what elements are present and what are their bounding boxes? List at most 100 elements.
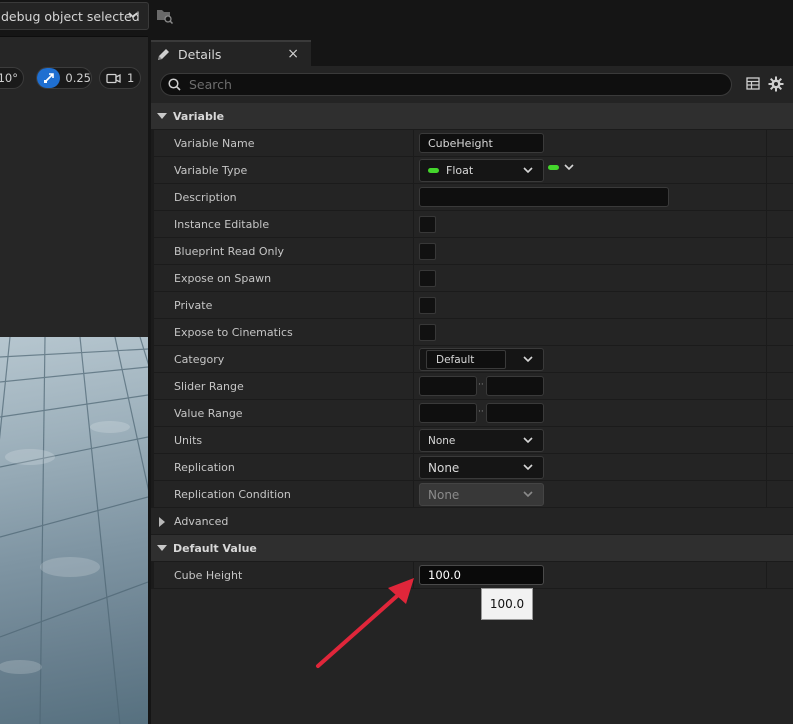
folder-browse-icon[interactable] [156,8,174,24]
expanded-arrow-icon [157,112,167,119]
instance-editable-label: Instance Editable [174,218,270,231]
category-default-value[interactable]: Default Value [151,535,793,562]
chevron-down-icon [564,164,574,171]
row-blueprint-read-only: Blueprint Read Only [151,238,793,265]
variable-name-field[interactable]: CubeHeight [419,133,544,153]
value-tooltip: 100.0 [481,588,533,620]
search-placeholder: Search [189,77,232,92]
floor-plane [0,337,148,724]
slider-range-label: Slider Range [174,380,244,393]
category-text-field[interactable]: Default [426,350,506,369]
value-range-min-field[interactable] [419,403,477,423]
row-category: Category Default [151,346,793,373]
container-type-dropdown[interactable] [548,164,574,171]
cube-height-value: 100.0 [428,568,461,582]
private-label: Private [174,299,213,312]
debug-selector-label: debug object selected [1,8,140,24]
row-description: Description [151,184,793,211]
single-container-icon [548,165,559,170]
slider-range-max-field[interactable] [486,376,544,396]
value-range-label: Value Range [174,407,243,420]
float-pin-icon [428,168,439,173]
chevron-down-icon [523,167,533,174]
slider-range-min-field[interactable] [419,376,477,396]
category-variable-label: Variable [173,109,225,123]
tab-details-label: Details [178,46,222,62]
tab-details[interactable]: Details × [151,40,311,66]
pencil-icon [158,48,169,60]
camera-speed-button[interactable]: 1 [99,67,141,89]
scale-snap-icon [37,68,61,88]
search-icon [168,78,181,91]
units-combo[interactable]: None [419,429,544,452]
scale-snap-value: 0.25 [65,71,91,85]
property-list: Variable Variable Name CubeHeight Variab… [151,103,793,589]
expose-on-spawn-label: Expose on Spawn [174,272,272,285]
scale-snap-button[interactable]: 0.25 [36,67,92,89]
replication-condition-value: None [428,487,460,502]
row-units: Units None [151,427,793,454]
units-label: Units [174,434,203,447]
row-variable-name: Variable Name CubeHeight [151,130,793,157]
row-advanced[interactable]: Advanced [151,508,793,535]
replication-combo[interactable]: None [419,456,544,479]
property-matrix-icon[interactable] [746,77,760,90]
range-separator: ·· [478,380,484,390]
viewport-toolbar: 10° 0.25 1 [0,67,148,93]
chevron-down-icon [523,491,533,498]
cube-height-field[interactable]: 100.0 [419,565,544,585]
variable-name-label: Variable Name [174,137,255,150]
variable-type-combo[interactable]: Float [419,159,544,182]
level-viewport[interactable]: 10° 0.25 1 [0,36,148,724]
camera-icon [106,73,121,83]
category-combo[interactable]: Default [419,348,544,371]
row-cube-height: Cube Height 100.0 [151,562,793,589]
expose-to-cinematics-checkbox[interactable] [419,324,436,341]
search-input[interactable]: Search [160,73,732,96]
debug-object-selector[interactable]: debug object selected [0,2,149,30]
blueprint-read-only-label: Blueprint Read Only [174,245,285,258]
cube-height-label: Cube Height [174,569,243,582]
collapsed-arrow-icon [159,517,165,527]
category-label: Category [174,353,225,366]
row-instance-editable: Instance Editable [151,211,793,238]
description-field[interactable] [419,187,669,207]
replication-condition-combo: None [419,483,544,506]
row-slider-range: Slider Range ·· [151,373,793,400]
rotation-snap-value: 10° [0,71,18,85]
private-checkbox[interactable] [419,297,436,314]
expose-on-spawn-checkbox[interactable] [419,270,436,287]
expose-to-cinematics-label: Expose to Cinematics [174,326,293,339]
variable-name-value: CubeHeight [428,136,493,150]
expanded-arrow-icon [157,544,167,551]
description-label: Description [174,191,237,204]
camera-speed-value: 1 [127,71,135,85]
details-panel: Details × Search Variable Variable Name … [151,36,793,724]
value-range-max-field[interactable] [486,403,544,423]
replication-condition-label: Replication Condition [174,488,291,501]
close-icon[interactable]: × [287,46,299,62]
rotation-snap-button[interactable]: 10° [0,67,24,89]
search-row: Search [151,66,793,102]
variable-type-value: Float [446,164,474,177]
blueprint-read-only-checkbox[interactable] [419,243,436,260]
row-replication: Replication None [151,454,793,481]
category-variable[interactable]: Variable [151,103,793,130]
range-separator: ·· [478,407,484,417]
row-expose-to-cinematics: Expose to Cinematics [151,319,793,346]
variable-type-label: Variable Type [174,164,248,177]
row-replication-condition: Replication Condition None [151,481,793,508]
chevron-down-icon [523,356,533,363]
row-value-range: Value Range ·· [151,400,793,427]
units-value: None [428,434,456,447]
tab-strip: Details × [151,36,793,66]
gear-icon[interactable] [768,76,784,92]
row-variable-type: Variable Type Float [151,157,793,184]
row-private: Private [151,292,793,319]
chevron-down-icon [523,464,533,471]
instance-editable-checkbox[interactable] [419,216,436,233]
replication-label: Replication [174,461,235,474]
chevron-down-icon [523,437,533,444]
row-expose-on-spawn: Expose on Spawn [151,265,793,292]
category-value: Default [436,353,475,366]
